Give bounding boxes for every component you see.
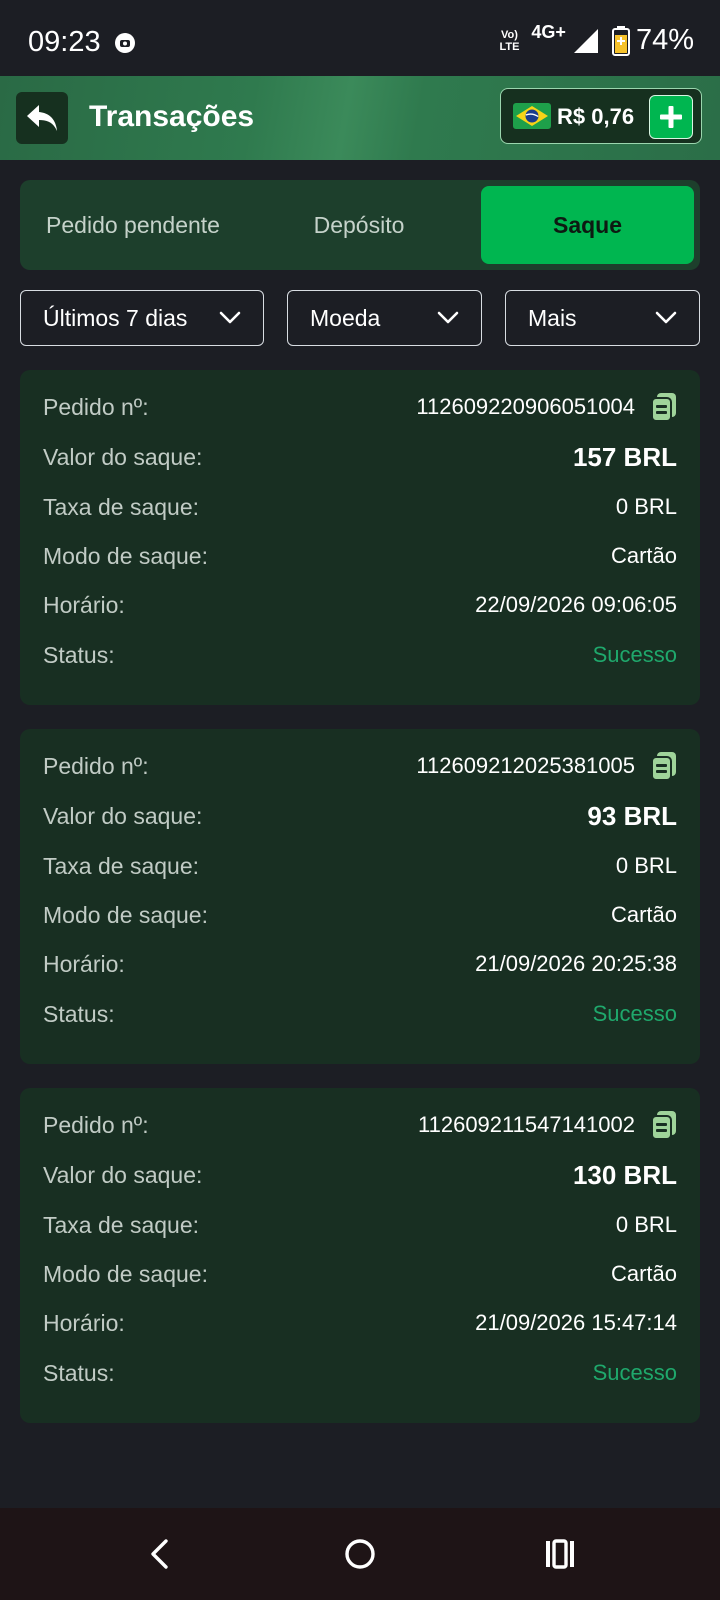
status-badge: Sucesso bbox=[592, 1360, 677, 1385]
fee-value: 0 BRL bbox=[615, 1212, 677, 1237]
status-label: Status: bbox=[43, 1359, 115, 1386]
order-value: 112609220906051004 bbox=[416, 392, 677, 422]
tab-withdraw[interactable]: Saque bbox=[481, 186, 694, 264]
time-value: 21/09/2026 15:47:14 bbox=[475, 1310, 677, 1335]
fee-value: 0 BRL bbox=[615, 853, 677, 878]
chevron-down-icon bbox=[437, 311, 459, 324]
status-label: Status: bbox=[43, 641, 115, 668]
copy-icon[interactable] bbox=[651, 392, 677, 422]
tab-pending-order[interactable]: Pedido pendente bbox=[20, 186, 246, 264]
plus-icon bbox=[660, 106, 682, 128]
deposit-plus-button[interactable] bbox=[649, 95, 693, 139]
mode-value: Cartão bbox=[610, 543, 677, 568]
mode-row: Modo de saque: Cartão bbox=[43, 1254, 677, 1294]
brazil-flag-icon bbox=[513, 103, 551, 129]
balance-widget[interactable]: R$ 0,76 bbox=[500, 88, 702, 144]
mode-row: Modo de saque: Cartão bbox=[43, 536, 677, 576]
copy-icon[interactable] bbox=[651, 1110, 677, 1140]
transaction-card: Pedido nº: 112609211547141002 Valor do s… bbox=[20, 1088, 700, 1423]
status-badge: Sucesso bbox=[592, 1001, 677, 1026]
time-row: Horário: 22/09/2026 09:06:05 bbox=[43, 585, 677, 625]
time-row: Horário: 21/09/2026 20:25:38 bbox=[43, 944, 677, 984]
order-label: Pedido nº: bbox=[43, 752, 149, 779]
amount-label: Valor do saque: bbox=[43, 802, 203, 829]
order-number: 112609211547141002 bbox=[418, 1112, 635, 1137]
mode-label: Modo de saque: bbox=[43, 542, 208, 569]
currency-dropdown[interactable]: Moeda bbox=[287, 290, 482, 346]
balance-amount: R$ 0,76 bbox=[557, 104, 635, 129]
battery-percent: 74% bbox=[635, 24, 694, 56]
copy-icon[interactable] bbox=[651, 751, 677, 781]
fee-label: Taxa de saque: bbox=[43, 1211, 200, 1238]
mode-label: Modo de saque: bbox=[43, 1260, 208, 1287]
transaction-tabs: Pedido pendente Depósito Saque bbox=[20, 180, 700, 270]
order-label: Pedido nº: bbox=[43, 1111, 149, 1138]
status-badge: Sucesso bbox=[592, 642, 677, 667]
time-value: 22/09/2026 09:06:05 bbox=[475, 592, 677, 617]
order-row: Pedido nº: 112609212025381005 bbox=[43, 746, 677, 786]
amount-label: Valor do saque: bbox=[43, 443, 203, 470]
time-row: Horário: 21/09/2026 15:47:14 bbox=[43, 1303, 677, 1343]
mode-row: Modo de saque: Cartão bbox=[43, 895, 677, 935]
time-value: 21/09/2026 20:25:38 bbox=[475, 951, 677, 976]
fee-row: Taxa de saque: 0 BRL bbox=[43, 1205, 677, 1245]
transaction-card: Pedido nº: 112609220906051004 Valor do s… bbox=[20, 370, 700, 705]
mode-value: Cartão bbox=[610, 902, 677, 927]
fee-label: Taxa de saque: bbox=[43, 852, 200, 879]
order-row: Pedido nº: 112609211547141002 bbox=[43, 1105, 677, 1145]
transaction-card: Pedido nº: 112609212025381005 Valor do s… bbox=[20, 729, 700, 1064]
order-value: 112609212025381005 bbox=[416, 751, 677, 781]
nav-recents-icon[interactable] bbox=[544, 1538, 576, 1570]
amount-value: 130 BRL bbox=[572, 1159, 677, 1190]
order-value: 112609211547141002 bbox=[418, 1110, 677, 1140]
status-label: Status: bbox=[43, 1000, 115, 1027]
date-range-label: Últimos 7 dias bbox=[43, 304, 188, 331]
more-label: Mais bbox=[528, 304, 577, 331]
back-button[interactable] bbox=[16, 92, 68, 144]
fee-row: Taxa de saque: 0 BRL bbox=[43, 846, 677, 886]
amount-label: Valor do saque: bbox=[43, 1161, 203, 1188]
mode-value: Cartão bbox=[610, 1261, 677, 1286]
nav-back-icon[interactable] bbox=[148, 1538, 170, 1570]
fee-value: 0 BRL bbox=[615, 494, 677, 519]
system-nav-bar bbox=[0, 1508, 720, 1600]
amount-value: 93 BRL bbox=[587, 800, 677, 831]
status-row: Status: Sucesso bbox=[43, 635, 677, 675]
amount-value: 157 BRL bbox=[572, 441, 677, 472]
amount-row: Valor do saque: 93 BRL bbox=[43, 796, 677, 836]
time-label: Horário: bbox=[43, 591, 125, 618]
network-type: 4G+ bbox=[531, 22, 566, 42]
tab-deposit[interactable]: Depósito bbox=[246, 186, 472, 264]
fee-row: Taxa de saque: 0 BRL bbox=[43, 487, 677, 527]
nav-home-icon[interactable] bbox=[344, 1538, 376, 1570]
date-range-dropdown[interactable]: Últimos 7 dias bbox=[20, 290, 264, 346]
order-number: 112609212025381005 bbox=[416, 753, 635, 778]
time-label: Horário: bbox=[43, 1309, 125, 1336]
fee-label: Taxa de saque: bbox=[43, 493, 200, 520]
status-time: 09:23 bbox=[28, 26, 101, 58]
amount-row: Valor do saque: 157 BRL bbox=[43, 437, 677, 477]
back-arrow-icon bbox=[27, 105, 57, 131]
page-title: Transações bbox=[89, 100, 255, 133]
more-dropdown[interactable]: Mais bbox=[505, 290, 700, 346]
chevron-down-icon bbox=[219, 311, 241, 324]
battery-icon bbox=[611, 25, 630, 56]
status-row: Status: Sucesso bbox=[43, 994, 677, 1034]
order-number: 112609220906051004 bbox=[416, 394, 635, 419]
mode-label: Modo de saque: bbox=[43, 901, 208, 928]
chevron-down-icon bbox=[655, 311, 677, 324]
order-label: Pedido nº: bbox=[43, 393, 149, 420]
status-bar: 09:23 Vo) LTE 4G+ 74% bbox=[0, 0, 720, 76]
signal-icon bbox=[573, 28, 598, 53]
alarm-icon bbox=[115, 33, 135, 53]
amount-row: Valor do saque: 130 BRL bbox=[43, 1155, 677, 1195]
app-header: Transações R$ 0,76 bbox=[0, 76, 720, 160]
volte-indicator: Vo) LTE bbox=[499, 28, 520, 53]
status-row: Status: Sucesso bbox=[43, 1353, 677, 1393]
currency-label: Moeda bbox=[310, 304, 381, 331]
time-label: Horário: bbox=[43, 950, 125, 977]
order-row: Pedido nº: 112609220906051004 bbox=[43, 387, 677, 427]
